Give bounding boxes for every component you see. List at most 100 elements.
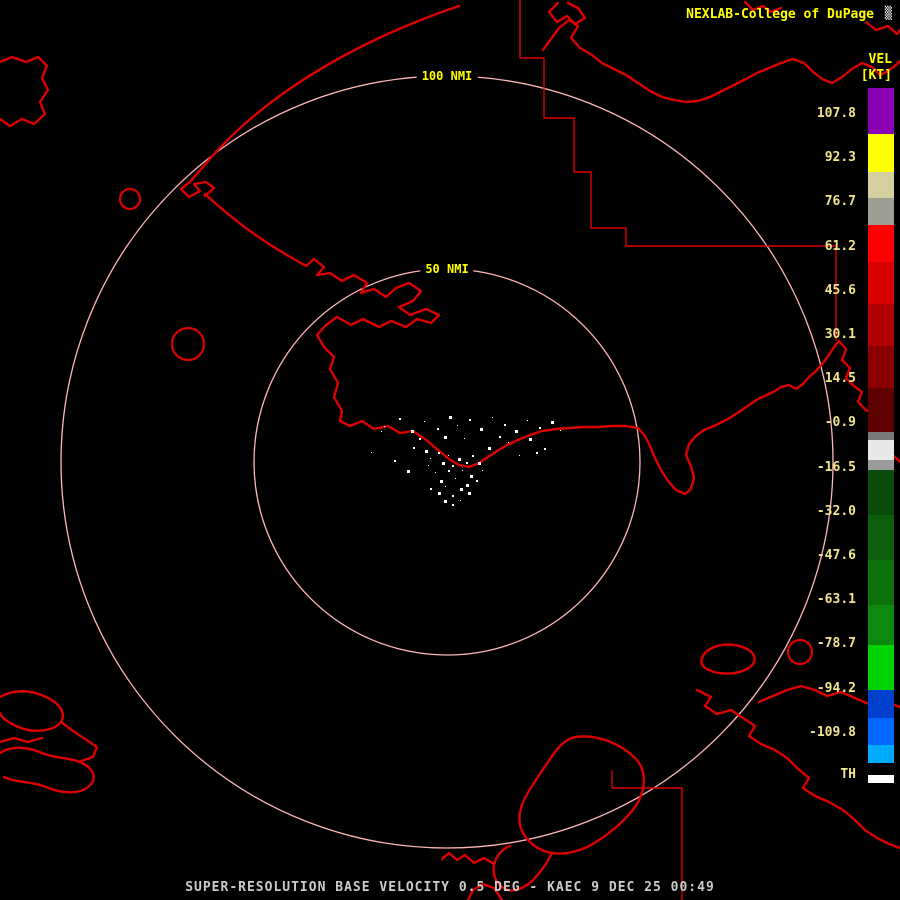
colorbar-segment [868, 775, 894, 783]
velocity-echo [399, 418, 401, 420]
velocity-echo [529, 438, 532, 441]
range-ring-label: 100 NMI [416, 68, 478, 84]
range-ring-label: 50 NMI [420, 261, 474, 277]
velocity-echo [551, 421, 554, 424]
velocity-echo [458, 458, 461, 461]
colorbar-tick: -0.9 [824, 415, 856, 430]
velocity-echo [457, 425, 458, 426]
velocity-echo [460, 488, 463, 491]
colorbar-tick: -16.5 [816, 460, 856, 475]
colorbar-segment [868, 172, 894, 198]
velocity-echo [536, 452, 538, 454]
colorbar-segment [868, 763, 894, 775]
colorbar-tick: -47.6 [816, 548, 856, 563]
range-ring [60, 75, 834, 849]
velocity-echo [442, 462, 445, 465]
velocity-echo [468, 492, 471, 495]
colorbar-segment [868, 470, 894, 515]
velocity-echo [482, 470, 483, 471]
velocity-echo [466, 462, 468, 464]
colorbar-segment [868, 605, 894, 645]
velocity-echo [411, 430, 414, 433]
colorbar-segment [868, 440, 894, 460]
velocity-echo [492, 417, 493, 418]
map-outline [864, 20, 900, 36]
velocity-echo [504, 424, 506, 426]
colorbar-segments [868, 88, 894, 783]
velocity-echo [452, 504, 454, 506]
colorbar-tick: 76.7 [824, 194, 856, 209]
map-circle-outline [170, 326, 206, 362]
velocity-echo [539, 427, 541, 429]
velocity-echo [464, 438, 465, 439]
colorbar-tick: -109.8 [809, 725, 856, 740]
colorbar-tick: -63.1 [816, 592, 856, 607]
velocity-echo [469, 419, 471, 421]
velocity-echo [419, 438, 421, 440]
colorbar-segment [868, 198, 894, 225]
velocity-echo [394, 460, 396, 462]
colorbar-segment [868, 262, 894, 304]
velocity-echo [425, 450, 428, 453]
colorbar-segment [868, 388, 894, 432]
velocity-echo [444, 500, 447, 503]
velocity-echo [384, 426, 385, 427]
map-outline [179, 180, 216, 199]
colorbar-tick: 61.2 [824, 239, 856, 254]
velocity-echo [440, 480, 443, 483]
map-outline [636, 426, 706, 496]
brand-badge-icon: ▒ [884, 6, 892, 20]
velocity-echo [430, 488, 432, 490]
velocity-echo [519, 455, 520, 456]
velocity-echo [438, 492, 441, 495]
velocity-echo [515, 430, 518, 433]
map-outline [338, 419, 640, 469]
brand-text: NEXLAB-College of DuPage [686, 7, 874, 22]
velocity-echo [371, 452, 372, 453]
velocity-echo [445, 486, 446, 487]
radar-map-canvas [0, 0, 900, 900]
velocity-echo [452, 465, 454, 467]
map-circle-outline [786, 638, 814, 666]
colorbar-segment [868, 515, 894, 560]
map-outline [702, 339, 841, 432]
colorbar-segment [868, 304, 894, 346]
map-outline [541, 18, 900, 104]
velocity-echo [437, 428, 439, 430]
colorbar-tick: -94.2 [816, 681, 856, 696]
colorbar-units-bracket: [KT] [860, 68, 892, 83]
velocity-echo [413, 447, 415, 449]
velocity-echo [449, 416, 452, 419]
map-outline [59, 720, 99, 763]
colorbar-tick: 30.1 [824, 327, 856, 342]
colorbar-segment [868, 745, 894, 763]
velocity-echo [444, 436, 447, 439]
velocity-echo [430, 458, 431, 459]
velocity-echo [472, 455, 474, 457]
velocity-echo [560, 430, 561, 431]
map-outline [518, 735, 646, 855]
map-outline [203, 192, 441, 423]
colorbar-segment [868, 718, 894, 745]
colorbar-tick: -32.0 [816, 504, 856, 519]
colorbar-tick: 14.5 [824, 371, 856, 386]
map-outline [0, 736, 44, 744]
velocity-echo [460, 500, 461, 501]
velocity-echo [435, 472, 436, 473]
velocity-echo [478, 462, 481, 465]
map-outline [700, 643, 756, 675]
velocity-echo [452, 495, 454, 497]
velocity-echo [466, 484, 469, 487]
velocity-echo [488, 447, 491, 450]
colorbar-threshold-label: TH [840, 767, 856, 782]
colorbar-segment [868, 460, 894, 470]
map-outline [440, 851, 496, 866]
radar-display: NEXLAB-College of DuPage ▒ VEL [KT] 107.… [0, 0, 900, 900]
colorbar-segment [868, 432, 894, 440]
colorbar-tick: -78.7 [816, 636, 856, 651]
velocity-echo [476, 480, 478, 482]
colorbar-segment [868, 560, 894, 605]
product-status-text: SUPER-RESOLUTION BASE VELOCITY 0.5 DEG -… [185, 880, 715, 895]
map-outline [188, 4, 461, 184]
velocity-echo [462, 470, 463, 471]
